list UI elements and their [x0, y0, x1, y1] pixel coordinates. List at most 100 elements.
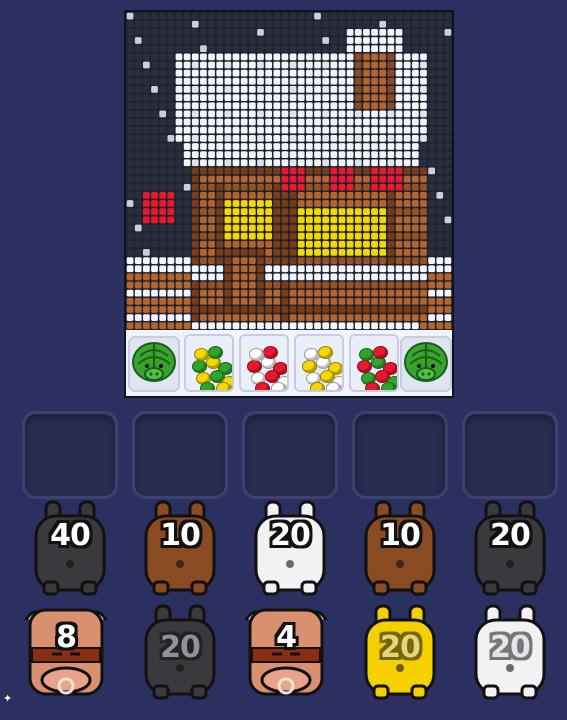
pixel-cell	[134, 118, 142, 126]
pixel-cell	[403, 159, 411, 167]
pixel-cell	[175, 45, 183, 53]
pixel-cell	[395, 110, 403, 118]
shooter-row2-3[interactable]: 4	[244, 602, 328, 702]
ball	[200, 382, 215, 390]
pixel-cell	[208, 257, 215, 264]
shooter-row2-4[interactable]: 20	[358, 602, 442, 702]
ball-bin-1[interactable]	[184, 334, 234, 392]
pixel-cell	[314, 249, 321, 256]
pixel-cell	[183, 192, 191, 199]
green-pig-bin-2[interactable]	[400, 336, 452, 392]
pixel-cell	[338, 94, 346, 101]
pixel-cell	[224, 134, 232, 142]
pixel-cell	[265, 94, 272, 101]
pixel-cell	[257, 110, 264, 118]
pixel-cell	[403, 102, 411, 110]
pixel-cell	[420, 53, 427, 61]
pixel-cell	[436, 240, 444, 248]
pixel-cell	[436, 175, 444, 183]
pixel-cell	[411, 86, 419, 93]
pixel-cell	[191, 45, 199, 53]
pixel-cell	[216, 102, 224, 110]
pixel-cell	[420, 167, 427, 175]
pixel-cell	[420, 175, 427, 183]
pixel-cell	[297, 126, 305, 134]
pixel-cell	[240, 53, 248, 61]
pixel-cell	[354, 118, 362, 126]
green-pig-bin[interactable]	[128, 336, 180, 392]
pixel-cell	[216, 20, 224, 28]
pixel-cell	[306, 322, 313, 330]
pixel-cell	[134, 289, 142, 297]
ball	[192, 360, 207, 373]
shooter-count: 10	[160, 518, 201, 553]
ball-bin-3[interactable]	[294, 334, 344, 392]
pixel-cell	[379, 297, 387, 305]
pixel-cell	[167, 134, 175, 142]
pixel-cell	[289, 94, 297, 101]
shooter-row2-2[interactable]: 20	[138, 602, 222, 702]
pixel-cell	[143, 159, 150, 167]
pixel-cell	[224, 61, 232, 69]
pixel-cell	[216, 289, 224, 297]
shooter-row1-4[interactable]: 10	[358, 498, 442, 598]
holding-slot-3[interactable]	[242, 411, 338, 499]
pixel-cell	[224, 77, 232, 85]
pixel-cell	[289, 134, 297, 142]
pixel-cell	[387, 94, 395, 101]
pixel-cell	[411, 167, 419, 175]
shooter-row1-5[interactable]: 20	[468, 498, 552, 598]
pixel-cell	[191, 224, 199, 232]
shooter-row2-5[interactable]: 20	[468, 602, 552, 702]
pixel-cell	[411, 102, 419, 110]
pixel-cell	[191, 281, 199, 289]
pixel-cell	[420, 37, 427, 44]
pixel-cell	[208, 12, 215, 20]
pixel-cell	[371, 216, 378, 224]
pixel-cell	[420, 249, 427, 256]
pixel-cell	[436, 216, 444, 224]
pixel-cell	[428, 265, 435, 273]
pixel-cell	[411, 183, 419, 191]
shooter-row2-1[interactable]: 8	[24, 602, 108, 702]
pixel-cell	[240, 200, 248, 207]
pixel-cell	[143, 134, 150, 142]
pixel-cell	[289, 306, 297, 313]
shooter-row1-3[interactable]: 20	[248, 498, 332, 598]
pixel-cell	[403, 183, 411, 191]
shooter-row1-2[interactable]: 10	[138, 498, 222, 598]
pixel-cell	[411, 265, 419, 273]
pixel-cell	[257, 12, 264, 20]
pixel-cell	[200, 249, 207, 256]
pixel-cell	[143, 94, 150, 101]
pixel-cell	[191, 273, 199, 281]
pixel-cell	[306, 29, 313, 36]
pixel-cell	[273, 265, 281, 273]
holding-slot-1[interactable]	[22, 411, 118, 499]
shooter-row1-1[interactable]: 40	[28, 498, 112, 598]
pixel-cell	[265, 45, 272, 53]
pixel-cell	[322, 216, 330, 224]
pixel-cell	[265, 322, 272, 330]
pixel-cell	[346, 159, 354, 167]
holding-slot-2[interactable]	[132, 411, 228, 499]
holding-slot-5[interactable]	[462, 411, 558, 499]
pixel-cell	[444, 12, 452, 20]
ball-bin-2[interactable]	[239, 334, 289, 392]
pixel-cell	[363, 37, 370, 44]
pixel-cell	[134, 151, 142, 158]
pixel-cell	[338, 216, 346, 224]
ball-bin-4[interactable]	[349, 334, 399, 392]
pixel-cell	[257, 20, 264, 28]
pixel-cell	[126, 322, 134, 330]
pixel-cell	[322, 77, 330, 85]
pixel-cell	[200, 183, 207, 191]
holding-slot-4[interactable]	[352, 411, 448, 499]
pixel-cell	[289, 61, 297, 69]
pixel-cell	[363, 183, 370, 191]
pixel-cell	[420, 240, 427, 248]
pixel-cell	[273, 45, 281, 53]
pixel-cell	[395, 183, 403, 191]
pixel-cell	[354, 175, 362, 183]
pixel-cell	[265, 143, 272, 150]
